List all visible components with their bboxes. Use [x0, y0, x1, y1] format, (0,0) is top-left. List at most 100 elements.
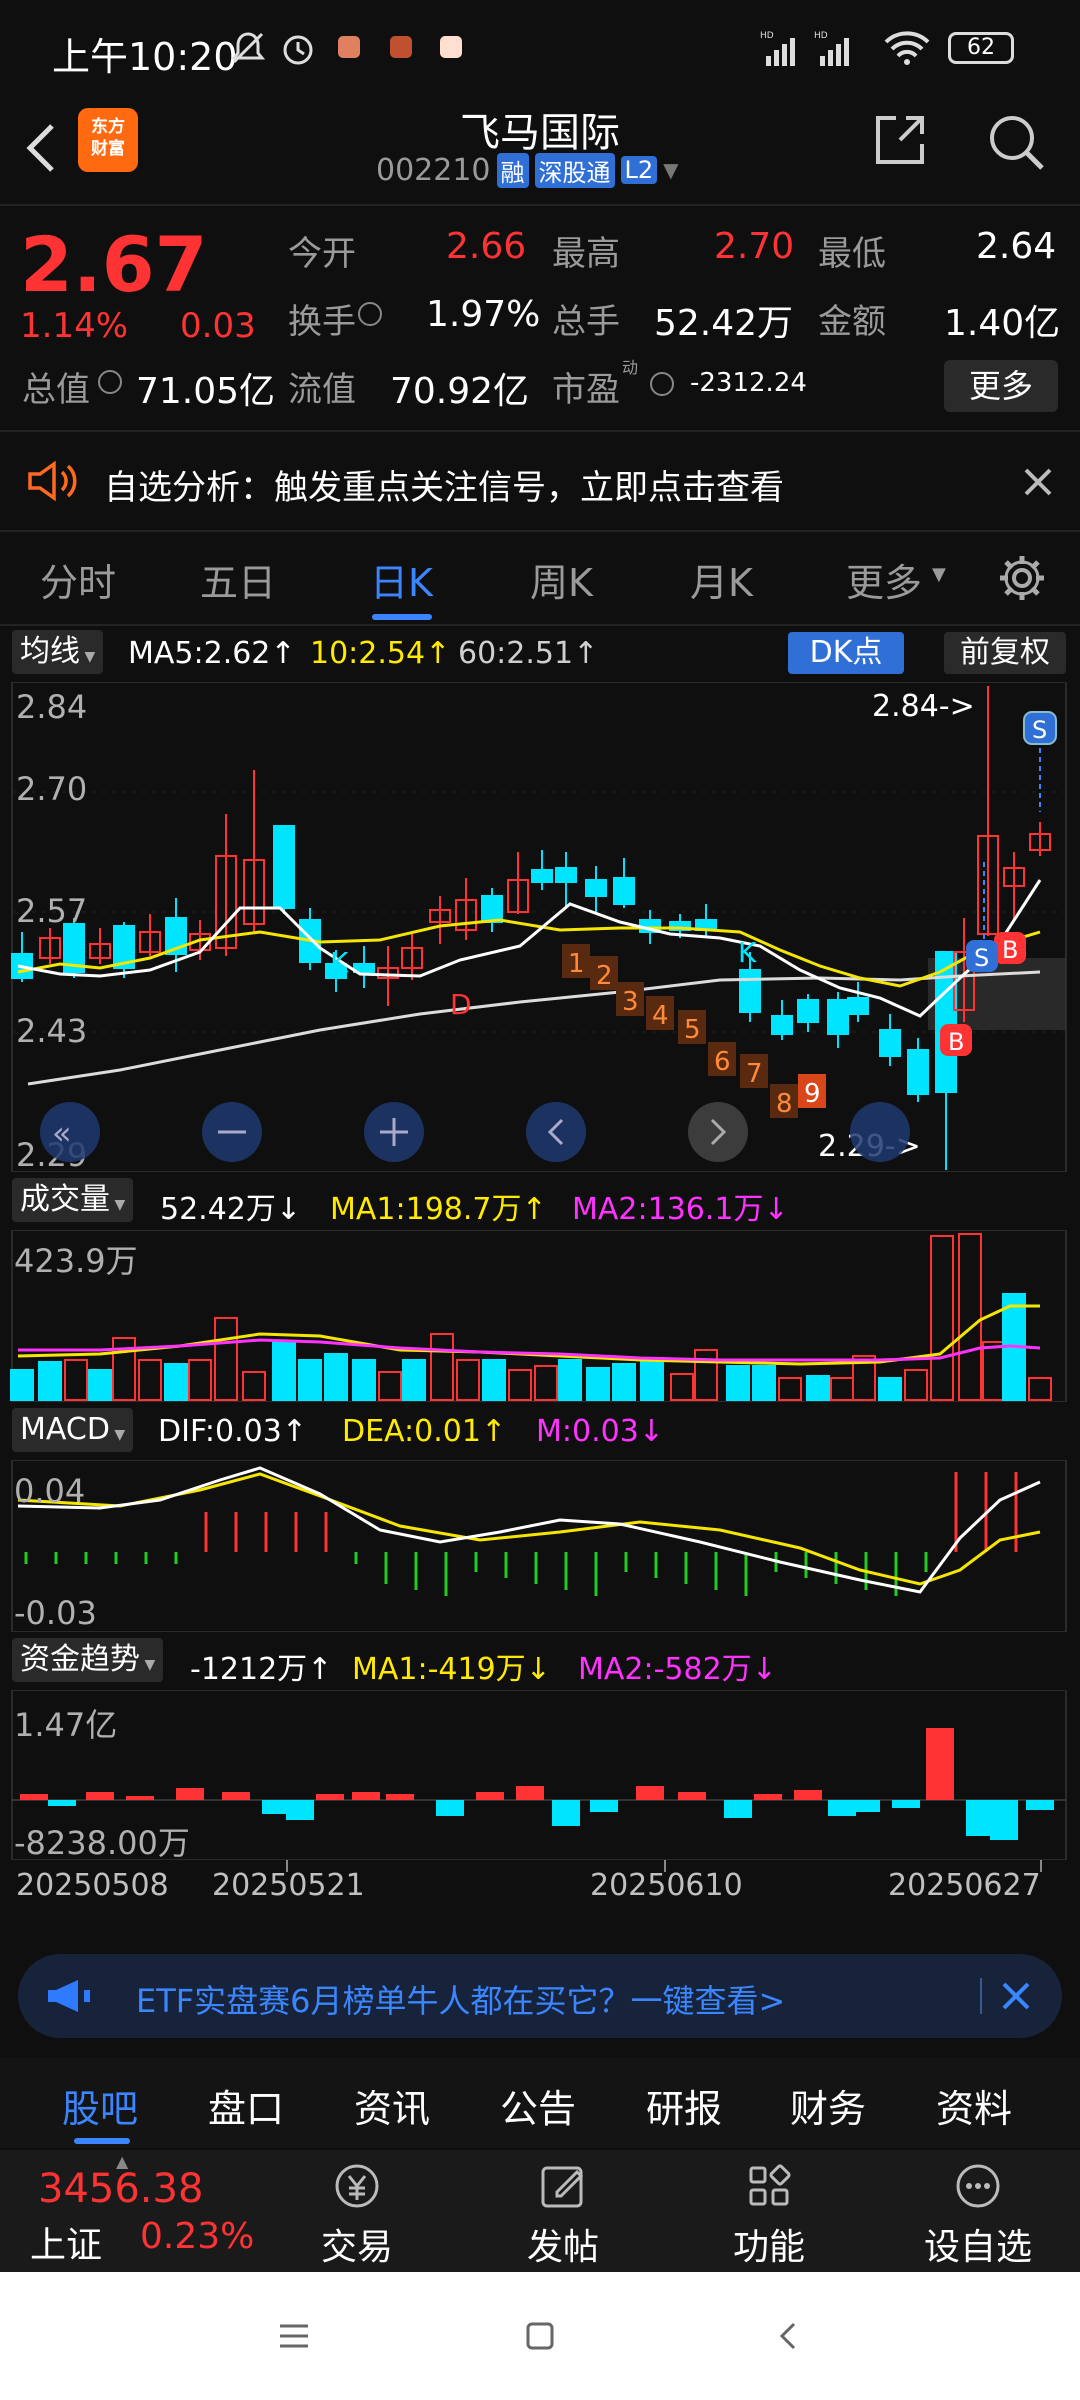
- tab-announcement[interactable]: 公告: [500, 2078, 576, 2133]
- svg-text:9: 9: [804, 1079, 821, 1109]
- volume-bar: [508, 1369, 532, 1401]
- tab-forum[interactable]: 股吧: [62, 2078, 138, 2133]
- tab-more[interactable]: 更多: [846, 552, 922, 607]
- info-icon[interactable]: [358, 302, 382, 326]
- tab-weekly-k[interactable]: 周K: [530, 552, 593, 607]
- close-icon[interactable]: [1018, 462, 1058, 506]
- home-icon[interactable]: [520, 2316, 560, 2360]
- index-name[interactable]: 上证: [30, 2216, 102, 2268]
- tab-research[interactable]: 研报: [646, 2078, 722, 2133]
- fund-bar: [126, 1796, 154, 1800]
- x-date: 20250521: [212, 1868, 365, 1903]
- signal-s-top: S: [1023, 711, 1057, 745]
- index-value[interactable]: 3456.38: [38, 2166, 203, 2212]
- volume-bar: [778, 1377, 802, 1401]
- more-button[interactable]: 更多: [944, 360, 1058, 412]
- macd-selector[interactable]: MACD ▼: [12, 1408, 134, 1452]
- volume-current: 52.42万↓: [160, 1192, 302, 1227]
- scroll-left-icon: [526, 1102, 586, 1162]
- volume-bar: [694, 1349, 718, 1401]
- function-button[interactable]: 功能: [724, 2158, 814, 2268]
- high-label: 最高: [552, 234, 620, 274]
- candle-body: [847, 997, 869, 1015]
- tab-daily-k[interactable]: 日K: [370, 552, 433, 607]
- fund-bar: [590, 1800, 618, 1812]
- post-button[interactable]: 发帖: [518, 2158, 608, 2268]
- y-label-1: 2.84: [16, 688, 87, 726]
- volume-bar: [930, 1235, 954, 1401]
- gear-icon[interactable]: [996, 552, 1048, 608]
- volume-chart[interactable]: 423.9万: [0, 1229, 1080, 1403]
- fund-bar: [794, 1790, 822, 1800]
- svg-text:1: 1: [568, 949, 585, 979]
- fund-bar: [48, 1800, 76, 1806]
- add-watchlist-button[interactable]: 设自选: [908, 2158, 1048, 2268]
- info-icon[interactable]: [650, 372, 674, 396]
- pe-sup: 动: [622, 358, 639, 377]
- tab-news[interactable]: 资讯: [354, 2078, 430, 2133]
- volume-bar: [242, 1371, 266, 1401]
- change-amount: 0.03: [180, 306, 256, 346]
- volume-bar: [558, 1359, 582, 1401]
- fund-bar: [286, 1800, 314, 1820]
- scroll-left-fast-glyph: «: [52, 1114, 72, 1152]
- fund-bar: [966, 1800, 994, 1836]
- k-marker: K: [330, 946, 349, 979]
- ma-selector[interactable]: 均线 ▼: [12, 630, 104, 674]
- volume-ma1-line: [17, 1304, 1040, 1366]
- battery-icon: 62: [948, 32, 1014, 64]
- volume-bar: [402, 1359, 426, 1401]
- tab-active-indicator: [74, 2138, 130, 2144]
- volume-bar: [904, 1369, 928, 1401]
- fund-bar: [636, 1786, 664, 1800]
- fund-bar: [926, 1728, 954, 1800]
- volume-legend: 成交量 ▼ 52.42万↓ MA1:198.7万↑ MA2:136.1万↓: [0, 1176, 1080, 1228]
- td-sequence-marker: 2: [590, 956, 618, 991]
- ad-banner[interactable]: ETF实盘赛6月榜单牛人都在买它？一键查看>: [18, 1954, 1062, 2038]
- notice-banner[interactable]: 自选分析：触发重点关注信号，立即点击查看: [0, 432, 1080, 530]
- volume-value: 52.42万: [654, 303, 794, 344]
- trade-button[interactable]: 交易: [312, 2158, 402, 2268]
- back-nav-icon[interactable]: [768, 2316, 808, 2360]
- dk-button[interactable]: DK点: [788, 632, 904, 674]
- close-icon[interactable]: [998, 1978, 1034, 2018]
- volume-selector[interactable]: 成交量 ▼: [12, 1178, 134, 1222]
- info-icon[interactable]: [98, 370, 122, 394]
- tag-connect: 深股通: [534, 152, 615, 188]
- volume-label: 总手: [552, 302, 620, 342]
- tab-active-indicator: [372, 614, 432, 620]
- menu-icon[interactable]: [274, 2318, 314, 2358]
- tab-finance[interactable]: 财务: [790, 2078, 866, 2133]
- svg-text:S: S: [1032, 716, 1047, 744]
- fund-ybot: -8238.00万: [14, 1824, 190, 1860]
- candle-body: [879, 1029, 901, 1057]
- share-icon[interactable]: [870, 110, 930, 174]
- svg-text:HD: HD: [814, 31, 828, 41]
- search-icon[interactable]: [984, 110, 1048, 178]
- macd-chart[interactable]: 0.04 -0.03: [0, 1459, 1080, 1633]
- volume-bar: [38, 1361, 62, 1401]
- index-pct[interactable]: 0.23%: [140, 2216, 254, 2257]
- volume-bar: [752, 1365, 776, 1401]
- fund-bar: [724, 1800, 752, 1818]
- tab-monthly-k[interactable]: 月K: [690, 552, 753, 607]
- candle-body: [531, 869, 553, 883]
- adjust-button[interactable]: 前复权: [944, 632, 1066, 674]
- signal-b: B: [994, 932, 1026, 964]
- tab-intraday[interactable]: 分时: [40, 552, 116, 607]
- volume-bar: [430, 1333, 454, 1401]
- caret-down-icon: ▼: [932, 564, 946, 585]
- kline-chart[interactable]: 2.84 2.70 2.57 2.43 2.29 2.84-> 2.29-> K…: [0, 681, 1080, 1174]
- ad-text: ETF实盘赛6月榜单牛人都在买它？一键查看>: [136, 1982, 786, 2020]
- tab-profile[interactable]: 资料: [936, 2078, 1012, 2133]
- volume-bar: [482, 1359, 506, 1401]
- edit-icon: [541, 2166, 584, 2208]
- fund-ma2: MA2:-582万↓: [578, 1652, 777, 1687]
- tab-orderbook[interactable]: 盘口: [208, 2078, 284, 2133]
- chevron-down-icon[interactable]: ▼: [663, 158, 678, 182]
- fund-chart[interactable]: 1.47亿 -8238.00万: [0, 1689, 1080, 1862]
- svg-text:5: 5: [684, 1015, 701, 1045]
- tab-five-day[interactable]: 五日: [200, 552, 276, 607]
- fund-selector[interactable]: 资金趋势 ▼: [12, 1638, 164, 1682]
- td-sequence-marker: 3: [616, 982, 644, 1017]
